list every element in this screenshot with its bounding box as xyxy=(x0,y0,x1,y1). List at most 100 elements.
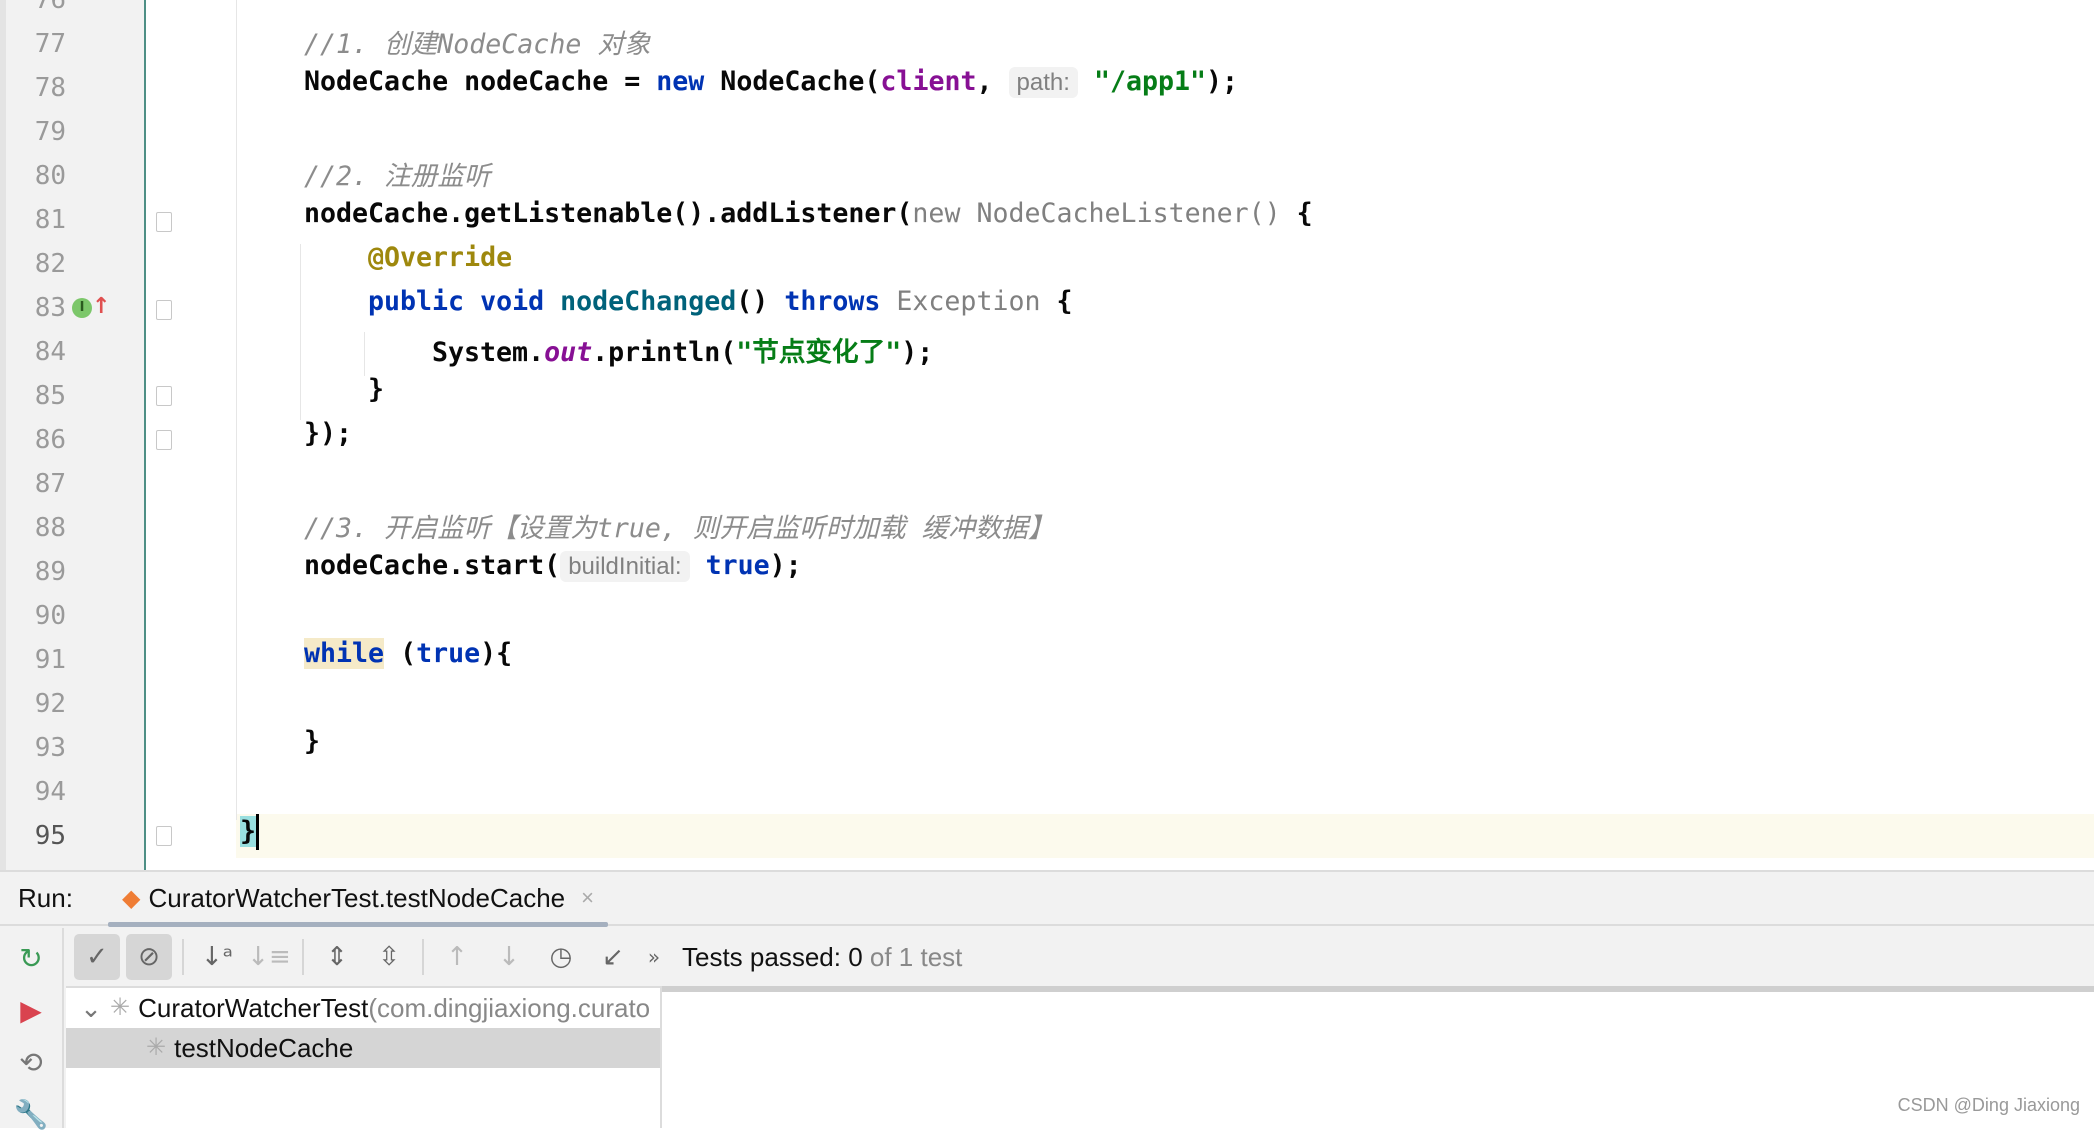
console-output[interactable] xyxy=(662,986,2094,1128)
parameter-hint: path: xyxy=(1008,67,1078,98)
line-number: 78 xyxy=(34,73,66,103)
run-tab-bar: Run: ◆ CuratorWatcherTest.testNodeCache … xyxy=(0,871,2094,927)
code-token: //2. 注册监听 xyxy=(304,161,491,192)
line-number: 82 xyxy=(34,249,66,279)
line-number: 86 xyxy=(34,425,66,455)
code-line: //2. 注册监听 xyxy=(304,154,490,198)
close-icon[interactable]: × xyxy=(581,885,594,911)
code-line: System.out.println("节点变化了"); xyxy=(432,330,933,374)
collapse-all-button[interactable]: ⇳ xyxy=(366,934,412,980)
code-token: } xyxy=(240,815,257,847)
indent-guide xyxy=(364,332,365,376)
status-passed: Tests passed: 0 xyxy=(682,941,863,972)
fold-marker[interactable] xyxy=(156,430,172,450)
code-token: .println( xyxy=(592,337,737,368)
chevron-down-icon[interactable]: ⌄ xyxy=(72,988,110,1028)
sort-alpha-button[interactable]: ↓ᵃ xyxy=(194,934,240,980)
text-caret xyxy=(256,814,260,850)
code-token: "/app1" xyxy=(1093,66,1207,97)
previous-failed-button[interactable]: ↑ xyxy=(434,934,480,980)
code-token: NodeCache( xyxy=(704,66,881,97)
code-line: } xyxy=(304,726,320,770)
tree-item-suite[interactable]: ⌄ ✳ CuratorWatcherTest (com.dingjiaxiong… xyxy=(66,988,660,1028)
code-line: @Override xyxy=(368,242,512,286)
code-token: new xyxy=(656,66,705,97)
override-arrow-icon[interactable]: ↑ xyxy=(92,294,110,319)
tree-item-label: CuratorWatcherTest xyxy=(138,993,369,1023)
test-tree[interactable]: ⌄ ✳ CuratorWatcherTest (com.dingjiaxiong… xyxy=(66,986,662,1128)
import-tests-button[interactable]: ↙ xyxy=(590,934,636,980)
fold-marker[interactable] xyxy=(156,826,172,846)
sort-duration-button[interactable]: ↓≡ xyxy=(246,934,292,980)
indent-guide xyxy=(236,0,237,820)
show-passed-button[interactable]: ✓ xyxy=(74,934,120,980)
toolbar-separator xyxy=(182,939,184,975)
tree-item-label: testNodeCache xyxy=(174,1033,354,1063)
run-panel: Run: ◆ CuratorWatcherTest.testNodeCache … xyxy=(0,870,2094,1130)
line-number: 84 xyxy=(34,337,66,367)
fold-marker[interactable] xyxy=(156,300,172,320)
code-token: } xyxy=(304,726,321,757)
test-run-icon: ◆ xyxy=(122,884,141,912)
code-token: //1. 创建NodeCache 对象 xyxy=(304,29,651,60)
fold-marker[interactable] xyxy=(156,386,172,406)
expand-all-button[interactable]: ⇕ xyxy=(314,934,360,980)
indent-guide xyxy=(300,244,301,420)
line-number: 81 xyxy=(34,205,66,235)
code-line: //1. 创建NodeCache 对象 xyxy=(304,22,651,66)
code-token: ); xyxy=(1206,66,1239,97)
code-token: while xyxy=(304,638,385,669)
code-token: System. xyxy=(432,337,545,368)
next-failed-button[interactable]: ↓ xyxy=(486,934,532,980)
running-spinner-icon: ✳ xyxy=(146,1034,167,1061)
line-number: 94 xyxy=(34,777,66,807)
code-token: , xyxy=(976,66,1009,97)
code-editor[interactable]: 76 77 //1. 创建NodeCache 对象 78 NodeCache nodeC… xyxy=(0,0,2094,870)
code-line: public void nodeChanged() throws Excepti… xyxy=(368,286,1073,330)
current-line-highlight xyxy=(236,814,2094,858)
run-tab[interactable]: ◆ CuratorWatcherTest.testNodeCache × xyxy=(108,871,608,927)
code-token: @Override xyxy=(368,242,513,273)
code-token: NodeCache nodeCache = xyxy=(304,66,657,97)
toolbar-separator xyxy=(302,939,304,975)
code-token: out xyxy=(544,337,593,368)
line-number: 83 xyxy=(34,293,66,323)
code-token: public void xyxy=(368,286,561,317)
code-token: ){ xyxy=(480,638,513,669)
code-token: { xyxy=(1280,198,1313,229)
code-token: nodeChanged xyxy=(560,286,737,317)
line-number: 88 xyxy=(34,513,66,543)
wrench-icon[interactable]: 🔧 xyxy=(14,1096,49,1134)
toolbar-separator xyxy=(422,939,424,975)
implements-icon[interactable]: I xyxy=(72,298,92,318)
line-number: 76 xyxy=(34,0,66,15)
run-label: Run: xyxy=(18,882,73,913)
line-number: 77 xyxy=(34,29,66,59)
code-token: client xyxy=(880,66,977,97)
tree-item-test[interactable]: ✳ testNodeCache xyxy=(66,1028,660,1068)
line-number: 91 xyxy=(34,645,66,675)
code-token: throws xyxy=(784,286,897,317)
code-token: Exception xyxy=(896,286,1041,317)
run-side-toolbar: ↻ ▶ ⟲ 🔧 xyxy=(0,928,64,1130)
code-line: } xyxy=(240,814,260,858)
code-token: ); xyxy=(901,337,934,368)
history-button[interactable]: ◷ xyxy=(538,934,584,980)
show-ignored-button[interactable]: ⊘ xyxy=(126,934,172,980)
line-number: 93 xyxy=(34,733,66,763)
rerun-icon[interactable]: ↻ xyxy=(19,940,42,978)
rerun-failed-icon[interactable]: ▶ xyxy=(20,992,42,1030)
more-icon[interactable]: » xyxy=(642,934,666,980)
code-token: //3. 开启监听【设置为true, 则开启监听时加载 缓冲数据】 xyxy=(304,513,1055,544)
status-total: of 1 test xyxy=(862,941,963,972)
code-line: while (true){ xyxy=(304,638,512,682)
fold-marker[interactable] xyxy=(156,212,172,232)
code-token: () xyxy=(736,286,785,317)
code-token: } xyxy=(368,374,385,405)
line-number: 95 xyxy=(34,821,66,851)
line-number: 87 xyxy=(34,469,66,499)
tree-item-package: (com.dingjiaxiong.curato xyxy=(368,993,651,1023)
toggle-auto-test-icon[interactable]: ⟲ xyxy=(19,1044,42,1082)
